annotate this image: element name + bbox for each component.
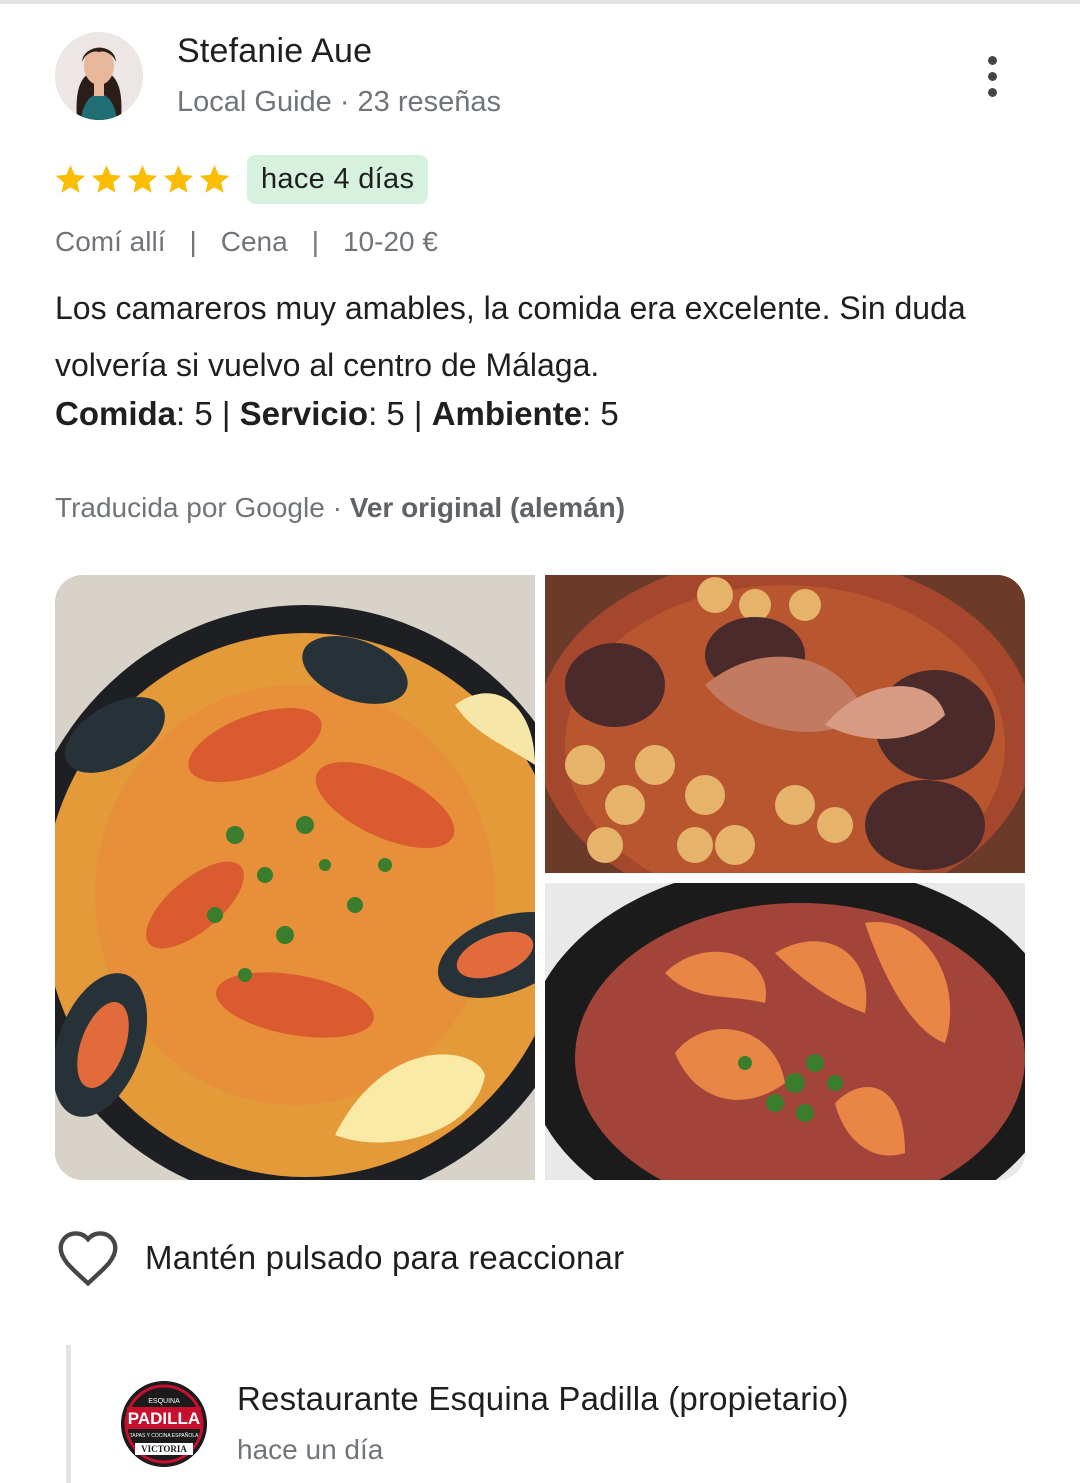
reviewer-name[interactable]: Stefanie Aue [177,32,372,71]
logo-text-main: PADILLA [128,1409,200,1428]
aspect-value: 5 [386,395,405,432]
star-rating [53,162,232,197]
logo-text-sub: TAPAS Y COCINA ESPAÑOLA [130,1432,199,1439]
react-label: Mantén pulsado para reaccionar [145,1239,625,1276]
star-icon [127,165,158,193]
review-date-badge: hace 4 días [247,155,429,204]
more-options-button[interactable] [968,48,1016,104]
shrimp-image [545,883,1025,1180]
visit-detail: Comí allí [55,226,166,257]
reviewer-meta: Local Guide · 23 reseñas [177,86,502,118]
more-vert-icon [987,55,997,65]
aspect-label: Comida [55,395,177,432]
review-photo-shrimp[interactable] [545,883,1025,1180]
aspect-value: 5 [600,395,619,432]
review-text: Los camareros muy amables, la comida era… [55,290,966,383]
react-button[interactable]: Mantén pulsado para reaccionar [55,1228,624,1288]
star-icon [163,165,194,193]
owner-reply: ESQUINA PADILLA TAPAS Y COCINA ESPAÑOLA … [66,1345,1026,1483]
stew-image [545,575,1025,873]
logo-text-top: ESQUINA [148,1398,180,1405]
review-photo-stew[interactable] [545,575,1025,873]
translation-dot: · [324,492,350,523]
visit-details: Comí allí | Cena | 10-20 € [55,226,438,258]
logo-text-bottom: VICTORIA [141,1444,187,1454]
aspect-ratings: Comida: 5 | Servicio: 5 | Ambiente: 5 [55,395,619,432]
reviewer-avatar[interactable] [55,32,143,120]
restaurant-logo-image: ESQUINA PADILLA TAPAS Y COCINA ESPAÑOLA … [121,1381,207,1467]
paella-image [55,575,535,1180]
aspect-label: Ambiente [431,395,583,432]
more-vert-icon-dot [987,71,997,81]
star-icon [199,165,230,193]
more-vert-icon-dot [987,87,997,97]
aspect-label: Servicio [239,395,369,432]
review-photo-paella[interactable] [55,575,535,1180]
detail-separator: | [189,226,197,257]
reviewer-avatar-image [55,32,143,120]
translation-note: Traducida por Google · Ver original (ale… [55,492,625,524]
star-icon [91,165,122,193]
owner-reply-time: hace un día [237,1434,384,1465]
star-icon [55,165,86,193]
heart-outline-icon [58,1231,118,1287]
detail-separator: | [311,226,319,257]
visit-detail: 10-20 € [342,226,438,257]
aspect-value: 5 [194,395,213,432]
view-original-link[interactable]: Ver original (alemán) [350,492,625,523]
top-divider [0,0,1080,4]
owner-name[interactable]: Restaurante Esquina Padilla (propietario… [237,1380,849,1418]
visit-detail: Cena [220,226,288,257]
translation-label: Traducida por Google [55,492,325,523]
owner-logo[interactable]: ESQUINA PADILLA TAPAS Y COCINA ESPAÑOLA … [121,1381,207,1467]
